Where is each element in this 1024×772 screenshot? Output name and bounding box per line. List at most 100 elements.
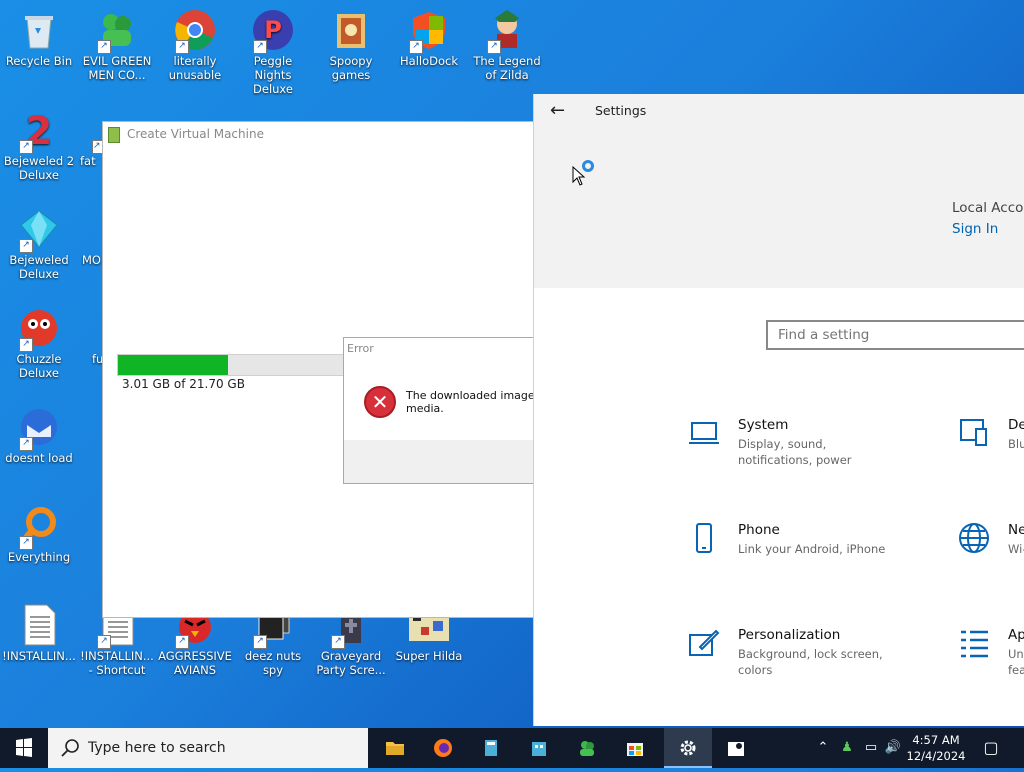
vm-app-icon: [108, 127, 120, 143]
shortcut-arrow-icon: ↗: [97, 40, 111, 54]
shortcut-arrow-icon: ↗: [19, 536, 33, 550]
progress-text: 3.01 GB of 21.70 GB: [122, 377, 245, 391]
taskbar-app-8[interactable]: [713, 728, 761, 768]
desktop-icon-hallodock[interactable]: ↗ HalloDock: [390, 0, 468, 68]
network-user-icon[interactable]: ♟: [838, 739, 856, 757]
desktop-icon-label: Bejeweled 2 Deluxe: [3, 154, 75, 182]
back-arrow-icon[interactable]: ←: [550, 100, 565, 121]
store-icon: [627, 743, 643, 756]
clock-time: 4:57 AM: [912, 733, 960, 747]
desktop-icon-label: EVIL GREEN MEN CO...: [82, 54, 152, 82]
desktop-icon-spoopy-games[interactable]: Spoopy games: [312, 0, 390, 82]
taskbar-app-3[interactable]: [467, 728, 515, 768]
shortcut-arrow-icon: ↗: [175, 40, 189, 54]
settings-item-desc: Link your Android, iPhone: [738, 542, 886, 556]
shortcut-arrow-icon: ↗: [253, 40, 267, 54]
desktop-icon-bejeweled[interactable]: ↗ Bejeweled Deluxe: [0, 199, 78, 281]
desktop-icon-peggle-nights[interactable]: P ↗ Peggle Nights Deluxe: [234, 0, 312, 96]
desktop-icon-chuzzle[interactable]: ↗ Chuzzle Deluxe: [0, 298, 78, 380]
desktop-icon-evil-green-men[interactable]: ↗ EVIL GREEN MEN CO...: [78, 0, 156, 82]
folder-icon: [386, 742, 404, 755]
clock-date: 12/4/2024: [906, 749, 966, 763]
chuzzle-icon: ↗: [17, 306, 61, 352]
desktop-icon-label: AGGRESSIVE AVIANS: [158, 649, 232, 677]
desktop-icon-label: fu: [92, 352, 102, 366]
phone-icon: [696, 523, 712, 553]
settings-item-desc: Display, sound, notifications, power: [738, 437, 852, 467]
document-icon: [17, 603, 61, 647]
desktop-icon-label: The Legend of Zilda: [473, 54, 541, 82]
shortcut-arrow-icon: ↗: [97, 635, 111, 649]
mouse-cursor-icon: [572, 166, 586, 186]
desktop-icon-mo[interactable]: MO: [78, 199, 102, 267]
bejeweled-2-icon: 2 ↗: [17, 108, 61, 154]
settings-item-desc: Un fea: [1008, 647, 1024, 677]
error-dialog-title[interactable]: Error: [344, 338, 536, 360]
error-message-line2: media.: [406, 402, 444, 415]
taskbar-file-explorer[interactable]: [371, 728, 419, 768]
settings-item-name: System: [738, 417, 789, 433]
taskbar-store[interactable]: [611, 728, 659, 768]
desktop-icon-bejeweled-2[interactable]: 2 ↗ Bejeweled 2 Deluxe: [0, 100, 78, 182]
network-icon[interactable]: ▭: [862, 739, 880, 757]
taskbar-clock[interactable]: 4:57 AM 12/4/2024: [906, 732, 966, 764]
taskbar-app-4[interactable]: [515, 728, 563, 768]
fu-icon: [92, 306, 102, 350]
taskbar-firefox[interactable]: [419, 728, 467, 768]
desktop-icon-doesnt-load[interactable]: ↗ doesnt load: [0, 397, 78, 465]
settings-item-desc: Background, lock screen, colors: [738, 647, 883, 677]
desktop-icon-label: doesnt load: [5, 451, 73, 465]
sign-in-link[interactable]: Sign In: [952, 221, 998, 237]
error-icon: ✕: [364, 386, 396, 418]
settings-item-name: Phone: [738, 522, 780, 538]
desktop-icon-label: !INSTALLIN... - Shortcut: [80, 649, 154, 677]
firefox-icon: [434, 739, 452, 757]
volume-icon[interactable]: 🔊: [884, 739, 902, 757]
desktop-icon-label: Super Hilda: [395, 649, 463, 663]
taskbar-settings[interactable]: [664, 728, 712, 768]
shortcut-arrow-icon: ↗: [175, 635, 189, 649]
shortcut-arrow-icon: ↗: [19, 140, 33, 154]
notification-icon[interactable]: ▢: [982, 739, 1000, 757]
vm-app-icon: [485, 740, 497, 756]
desktop-icon-everything[interactable]: ↗ Everything: [0, 496, 78, 564]
desktop-icon-label: deez nuts spy: [244, 649, 302, 677]
settings-title: Settings: [595, 103, 647, 118]
shortcut-arrow-icon: ↗: [19, 437, 33, 451]
taskbar-search-placeholder: Type here to search: [88, 740, 226, 756]
apps-icon: [961, 630, 988, 658]
find-setting-input[interactable]: [768, 322, 1024, 348]
desktop-icon-label: Graveyard Party Scre...: [316, 649, 386, 677]
settings-item-name: Ne: [1008, 522, 1024, 538]
desktop-icon-literally-unusable[interactable]: ↗ literally unusable: [156, 0, 234, 82]
shortcut-arrow-icon: ↗: [331, 635, 345, 649]
start-button[interactable]: [0, 728, 48, 768]
taskbar-app-5[interactable]: [563, 728, 611, 768]
chevron-up-icon[interactable]: ⌃: [814, 739, 832, 757]
settings-item-desc: Blu: [1008, 437, 1024, 451]
shortcut-arrow-icon: ↗: [19, 239, 33, 253]
building-icon: [532, 742, 546, 756]
find-setting-search[interactable]: [766, 320, 1024, 350]
chrome-icon: ↗: [173, 8, 217, 54]
settings-window[interactable]: ← Settings Local Accou Sign In System Di…: [533, 94, 1024, 726]
desktop-icon-recycle-bin[interactable]: Recycle Bin: [0, 0, 78, 68]
taskbar: Type here to search ⌃ ♟ ▭ 🔊 4:57 AM 12/4…: [0, 728, 1024, 768]
desktop-icon-fu[interactable]: fu: [78, 298, 102, 366]
folder-icon: [329, 8, 373, 52]
desktop-icon-label: HalloDock: [400, 54, 458, 68]
person-icon: [728, 742, 744, 756]
desktop-icon-legend-of-zilda[interactable]: ↗ The Legend of Zilda: [468, 0, 546, 82]
progress-fill: [118, 355, 229, 375]
desktop-icon-installing[interactable]: !INSTALLIN...: [0, 595, 78, 663]
desktop-icon-label: Recycle Bin: [5, 54, 73, 68]
green-men-icon: [580, 741, 594, 756]
vm-window-titlebar[interactable]: Create Virtual Machine: [103, 122, 535, 146]
settings-item-name: De: [1008, 417, 1024, 433]
desktop-icon-label: Bejeweled Deluxe: [9, 253, 69, 281]
shield-icon: ↗: [407, 8, 451, 54]
error-dialog[interactable]: Error ✕ The downloaded image c media.: [343, 337, 544, 484]
vm-window-title: Create Virtual Machine: [127, 127, 264, 141]
taskbar-search[interactable]: Type here to search: [48, 728, 368, 768]
shortcut-arrow-icon: ↗: [409, 40, 423, 54]
